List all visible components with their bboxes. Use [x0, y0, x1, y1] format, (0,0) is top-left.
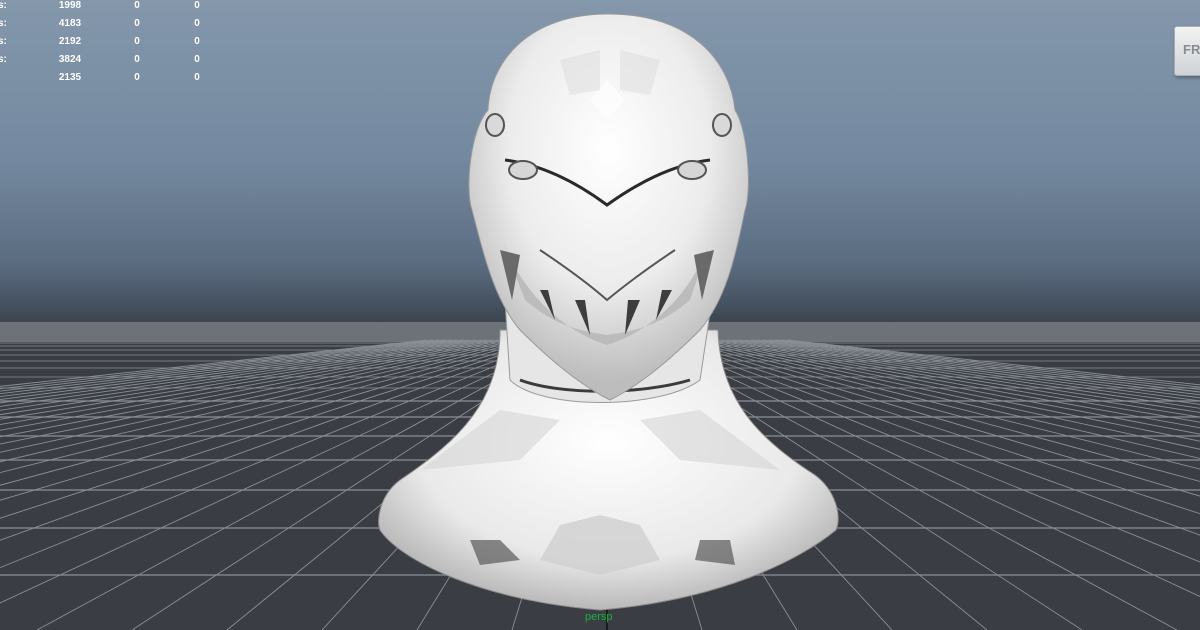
hud-value: 0 — [134, 18, 140, 29]
hud-row: 2135 0 0 — [0, 72, 210, 84]
hud-value: 0 — [194, 36, 200, 47]
model-bust[interactable] — [0, 0, 1200, 630]
hud-row-label: s: — [0, 36, 7, 47]
perspective-viewport[interactable]: s: 1998 0 0 s: 4183 0 0 s: 2192 0 0 s: 3824 0 0 2135 0 0 F… — [0, 0, 1200, 630]
hud-row: s: 3824 0 0 — [0, 54, 210, 66]
hud-value: 2135 — [58, 72, 82, 83]
hud-value: 0 — [194, 72, 200, 83]
hud-row: s: 2192 0 0 — [0, 36, 210, 48]
hud-value: 1998 — [58, 0, 82, 11]
view-cube-label: FRO — [1183, 42, 1200, 57]
hud-value: 0 — [194, 0, 200, 11]
hud-value: 0 — [134, 72, 140, 83]
hud-row-label: s: — [0, 0, 7, 11]
hud-row: s: 4183 0 0 — [0, 18, 210, 30]
bust-eye-right — [677, 160, 707, 180]
hud-value: 0 — [134, 36, 140, 47]
hud-value: 0 — [134, 54, 140, 65]
hud-value: 4183 — [58, 18, 82, 29]
view-cube-icon[interactable]: FRO — [1174, 26, 1200, 76]
camera-name-label: persp — [585, 611, 613, 623]
hud-row-label: s: — [0, 18, 7, 29]
hud-value: 2192 — [58, 36, 82, 47]
hud-value: 3824 — [58, 54, 82, 65]
poly-count-hud: s: 1998 0 0 s: 4183 0 0 s: 2192 0 0 s: 3824 0 0 2135 0 0 — [0, 0, 210, 90]
hud-value: 0 — [194, 18, 200, 29]
hud-row-label: s: — [0, 54, 7, 65]
bust-eye-left — [508, 160, 538, 180]
hud-row: s: 1998 0 0 — [0, 0, 210, 12]
hud-value: 0 — [194, 54, 200, 65]
hud-value: 0 — [134, 0, 140, 11]
